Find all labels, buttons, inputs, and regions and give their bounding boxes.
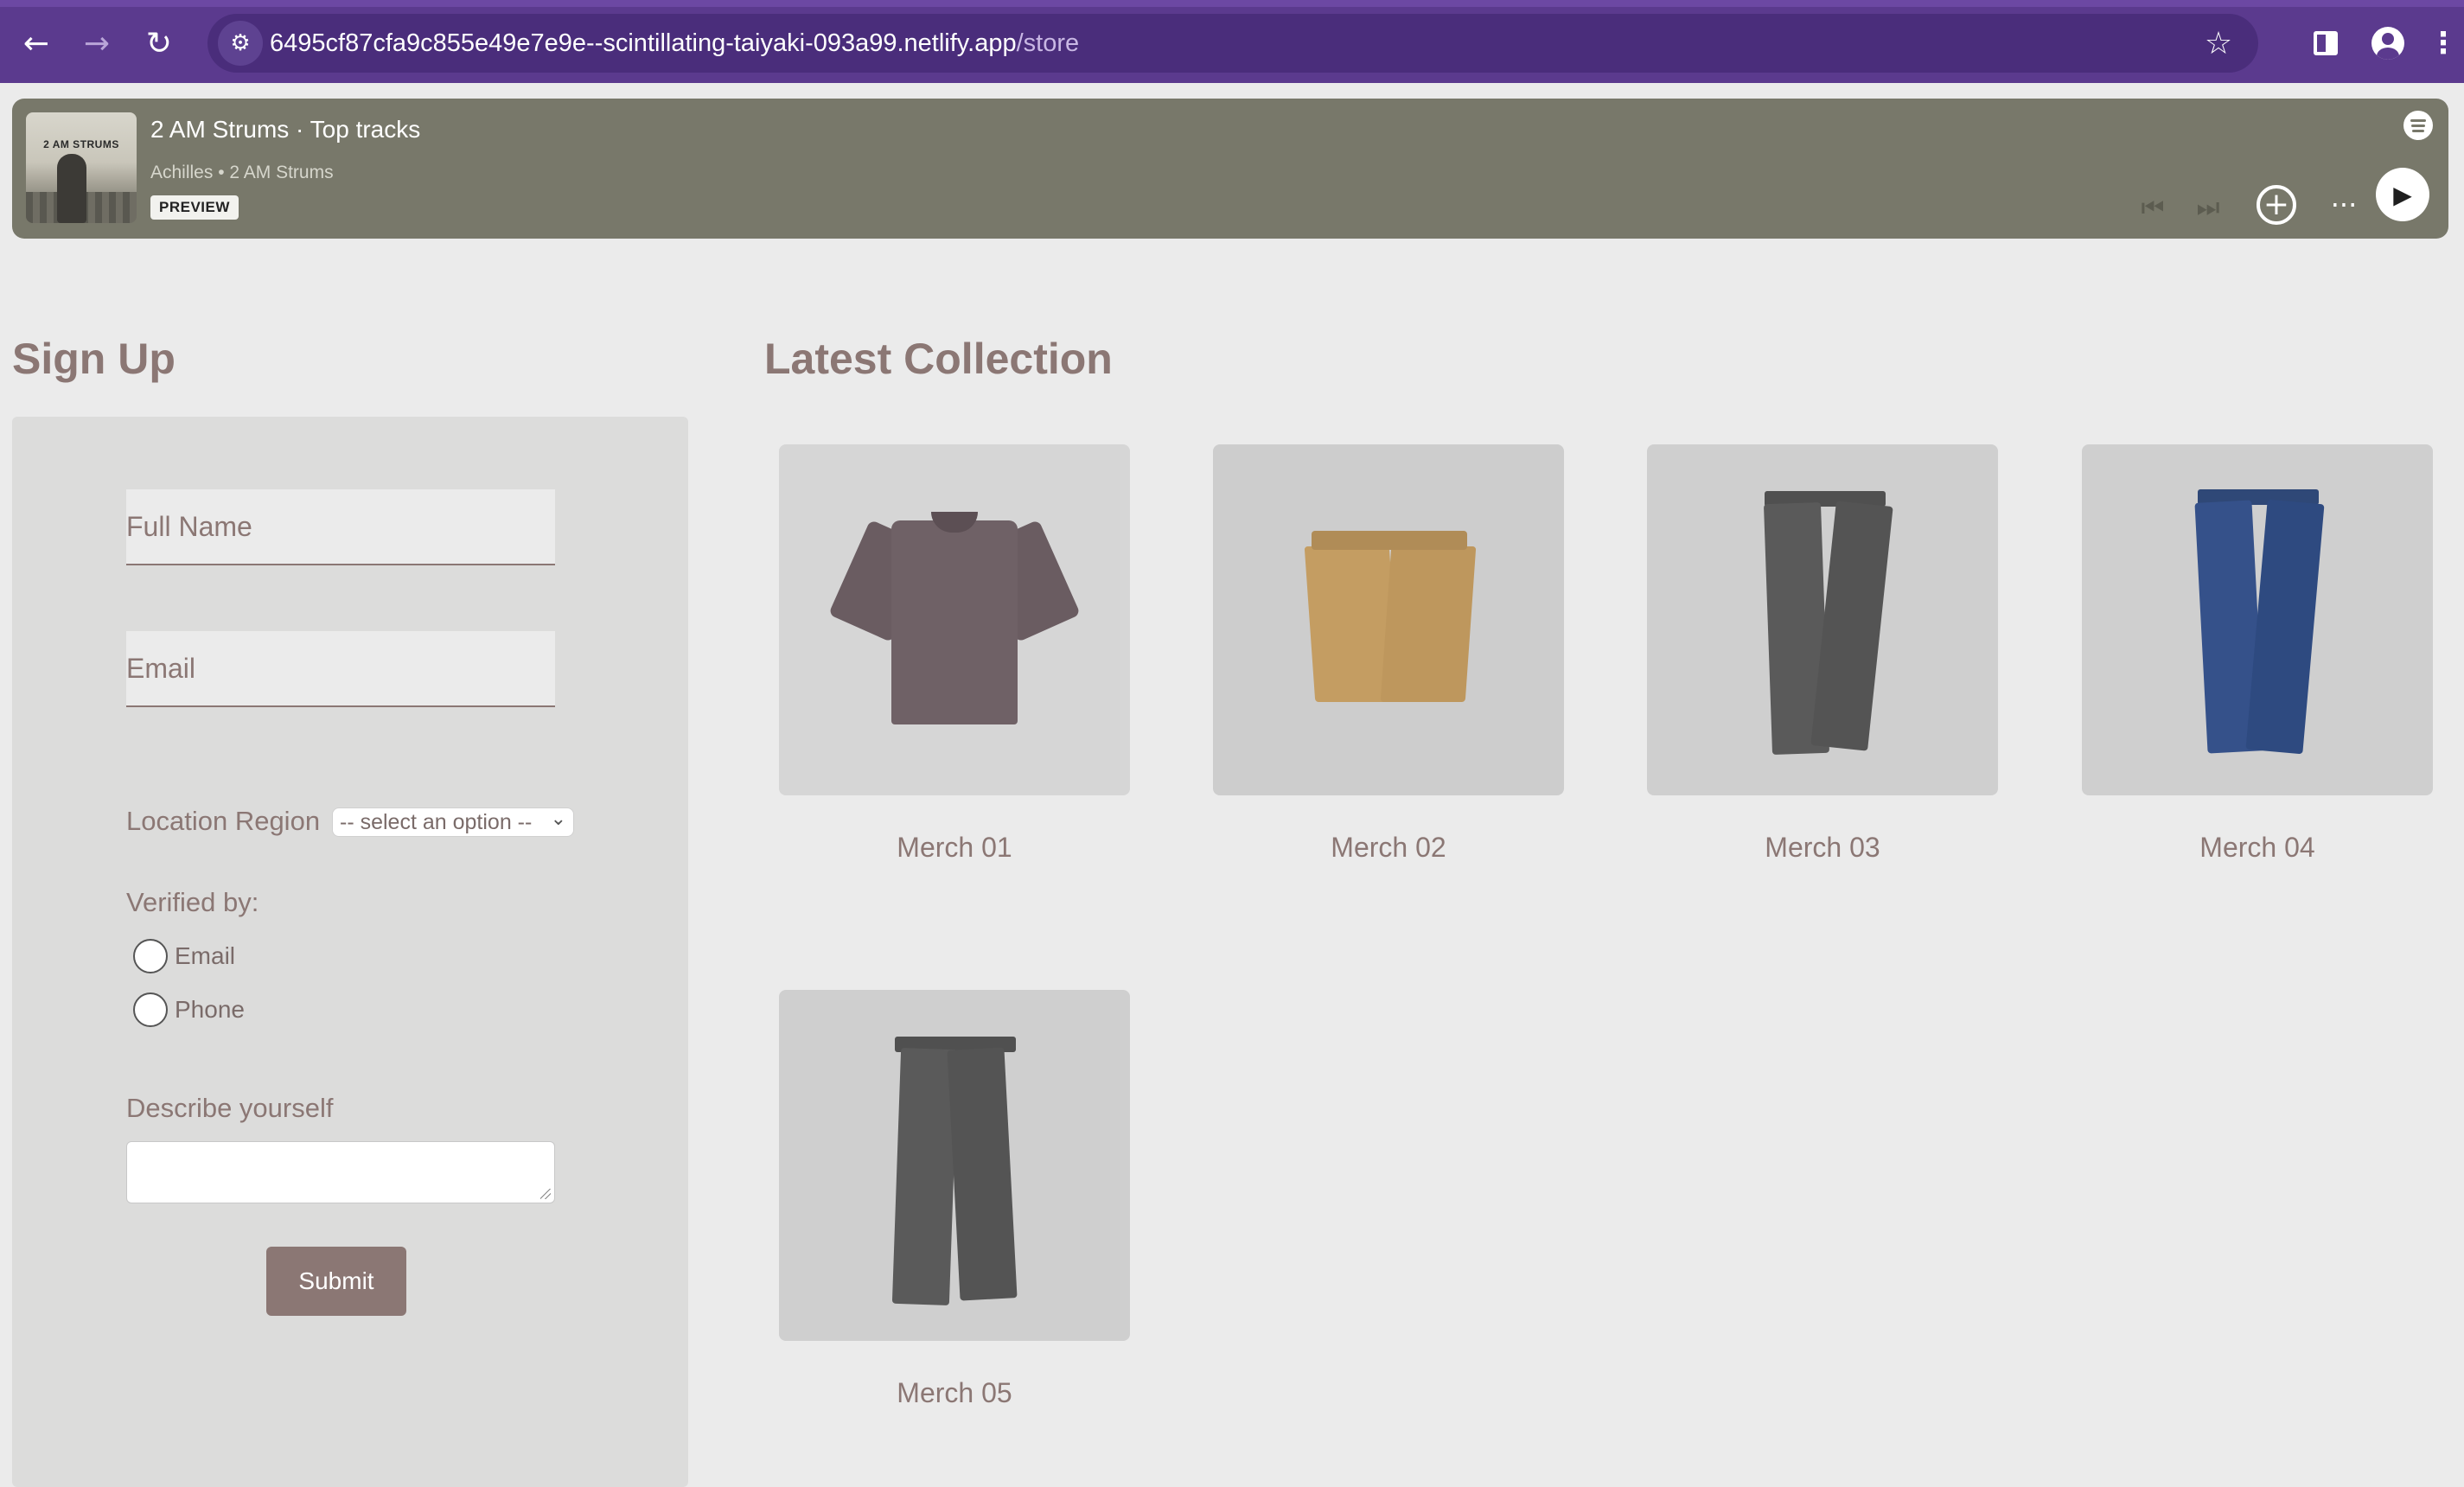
kebab-menu-icon: ⋮ <box>2429 26 2458 61</box>
spotify-wave-3 <box>2412 130 2424 132</box>
browser-menu-button[interactable]: ⋮ <box>2426 21 2461 66</box>
product-card[interactable]: Merch 02 <box>1213 444 1564 864</box>
location-region-select[interactable]: -- select an option -- ⌄ <box>332 807 574 837</box>
spotify-embed-player: 2 AM STRUMS 2 AM Strums · Top tracks Ach… <box>12 99 2448 239</box>
verify-phone-label[interactable]: Phone <box>175 996 245 1024</box>
product-image-jeans[interactable] <box>2082 444 2433 795</box>
album-cover-label: 2 AM STRUMS <box>43 138 119 150</box>
product-image-shorts[interactable] <box>1213 444 1564 795</box>
reload-icon: ↻ <box>145 25 173 61</box>
location-region-label: Location Region <box>126 806 321 836</box>
next-track-icon[interactable]: ⏭ <box>2191 190 2225 225</box>
reload-button[interactable]: ↻ <box>137 21 182 66</box>
tab-strip-edge <box>0 0 2464 7</box>
describe-yourself-label: Describe yourself <box>126 1093 334 1123</box>
player-title[interactable]: 2 AM Strums · Top tracks <box>150 116 420 144</box>
product-name[interactable]: Merch 02 <box>1213 832 1564 864</box>
signup-title: Sign Up <box>12 335 176 383</box>
forward-button[interactable]: → <box>74 21 119 66</box>
resize-handle-icon[interactable] <box>540 1189 551 1199</box>
trousers-right-leg <box>947 1047 1018 1301</box>
profile-icon <box>2371 27 2404 60</box>
jeans-right-leg <box>2245 499 2325 755</box>
side-panel-button[interactable] <box>2303 21 2348 66</box>
product-image-tshirt[interactable] <box>779 444 1130 795</box>
shorts-waistband <box>1312 531 1467 550</box>
address-bar[interactable]: ⚙ 6495cf87cfa9c855e49e7e9e--scintillatin… <box>207 14 2258 73</box>
product-name[interactable]: Merch 05 <box>779 1377 1130 1409</box>
more-options-icon[interactable]: ··· <box>2322 185 2365 225</box>
album-cover[interactable]: 2 AM STRUMS <box>26 112 137 223</box>
location-region-selected: -- select an option -- <box>340 809 533 834</box>
tshirt-body <box>891 520 1018 724</box>
url-path: /store <box>1016 29 1080 57</box>
trousers-right-leg <box>1810 501 1893 751</box>
product-image-grey-trousers[interactable] <box>779 990 1130 1341</box>
product-name[interactable]: Merch 03 <box>1647 832 1998 864</box>
describe-yourself-textarea[interactable] <box>126 1141 555 1203</box>
previous-track-icon[interactable]: ⏮ <box>2135 190 2170 225</box>
add-to-library-icon[interactable]: + <box>2257 185 2296 225</box>
spotify-wave-1 <box>2410 119 2426 122</box>
verify-email-label[interactable]: Email <box>175 942 235 970</box>
email-field[interactable] <box>126 631 555 707</box>
product-card[interactable]: Merch 01 <box>779 444 1130 864</box>
bookmark-star-icon[interactable]: ☆ <box>2196 21 2241 66</box>
profile-button[interactable] <box>2365 21 2410 66</box>
spotify-wave-2 <box>2411 124 2425 127</box>
album-cover-figure <box>57 154 86 223</box>
url-host: 6495cf87cfa9c855e49e7e9e--scintillating-… <box>270 29 1017 57</box>
product-card[interactable]: Merch 04 <box>2082 444 2433 864</box>
forward-arrow-icon: → <box>83 25 111 61</box>
signup-form-panel <box>12 417 688 1487</box>
verified-by-label: Verified by: <box>126 887 259 917</box>
play-button[interactable]: ▶ <box>2376 168 2429 221</box>
product-card[interactable]: Merch 03 <box>1647 444 1998 864</box>
product-name[interactable]: Merch 04 <box>2082 832 2433 864</box>
star-glyph: ☆ <box>2204 25 2233 61</box>
browser-toolbar: ← → ↻ ⚙ 6495cf87cfa9c855e49e7e9e--scinti… <box>0 0 2464 83</box>
collection-title: Latest Collection <box>764 335 1113 383</box>
submit-button[interactable]: Submit <box>266 1247 406 1316</box>
shorts-right-leg <box>1380 546 1477 702</box>
site-settings-icon: ⚙ <box>230 30 251 56</box>
url-text: 6495cf87cfa9c855e49e7e9e--scintillating-… <box>270 14 1079 73</box>
preview-badge: PREVIEW <box>150 195 239 220</box>
verify-email-radio[interactable] <box>133 939 168 973</box>
side-panel-icon <box>2314 31 2338 55</box>
product-card[interactable]: Merch 05 <box>779 990 1130 1409</box>
site-info-icon[interactable]: ⚙ <box>218 21 263 66</box>
spotify-logo-icon[interactable] <box>2403 111 2433 140</box>
product-image-grey-trousers[interactable] <box>1647 444 1998 795</box>
player-subtitle[interactable]: Achilles • 2 AM Strums <box>150 163 334 183</box>
back-arrow-icon: ← <box>22 25 50 61</box>
back-button[interactable]: ← <box>14 21 59 66</box>
verify-phone-radio[interactable] <box>133 992 168 1027</box>
chevron-down-icon: ⌄ <box>550 808 566 830</box>
full-name-field[interactable] <box>126 489 555 565</box>
product-name[interactable]: Merch 01 <box>779 832 1130 864</box>
